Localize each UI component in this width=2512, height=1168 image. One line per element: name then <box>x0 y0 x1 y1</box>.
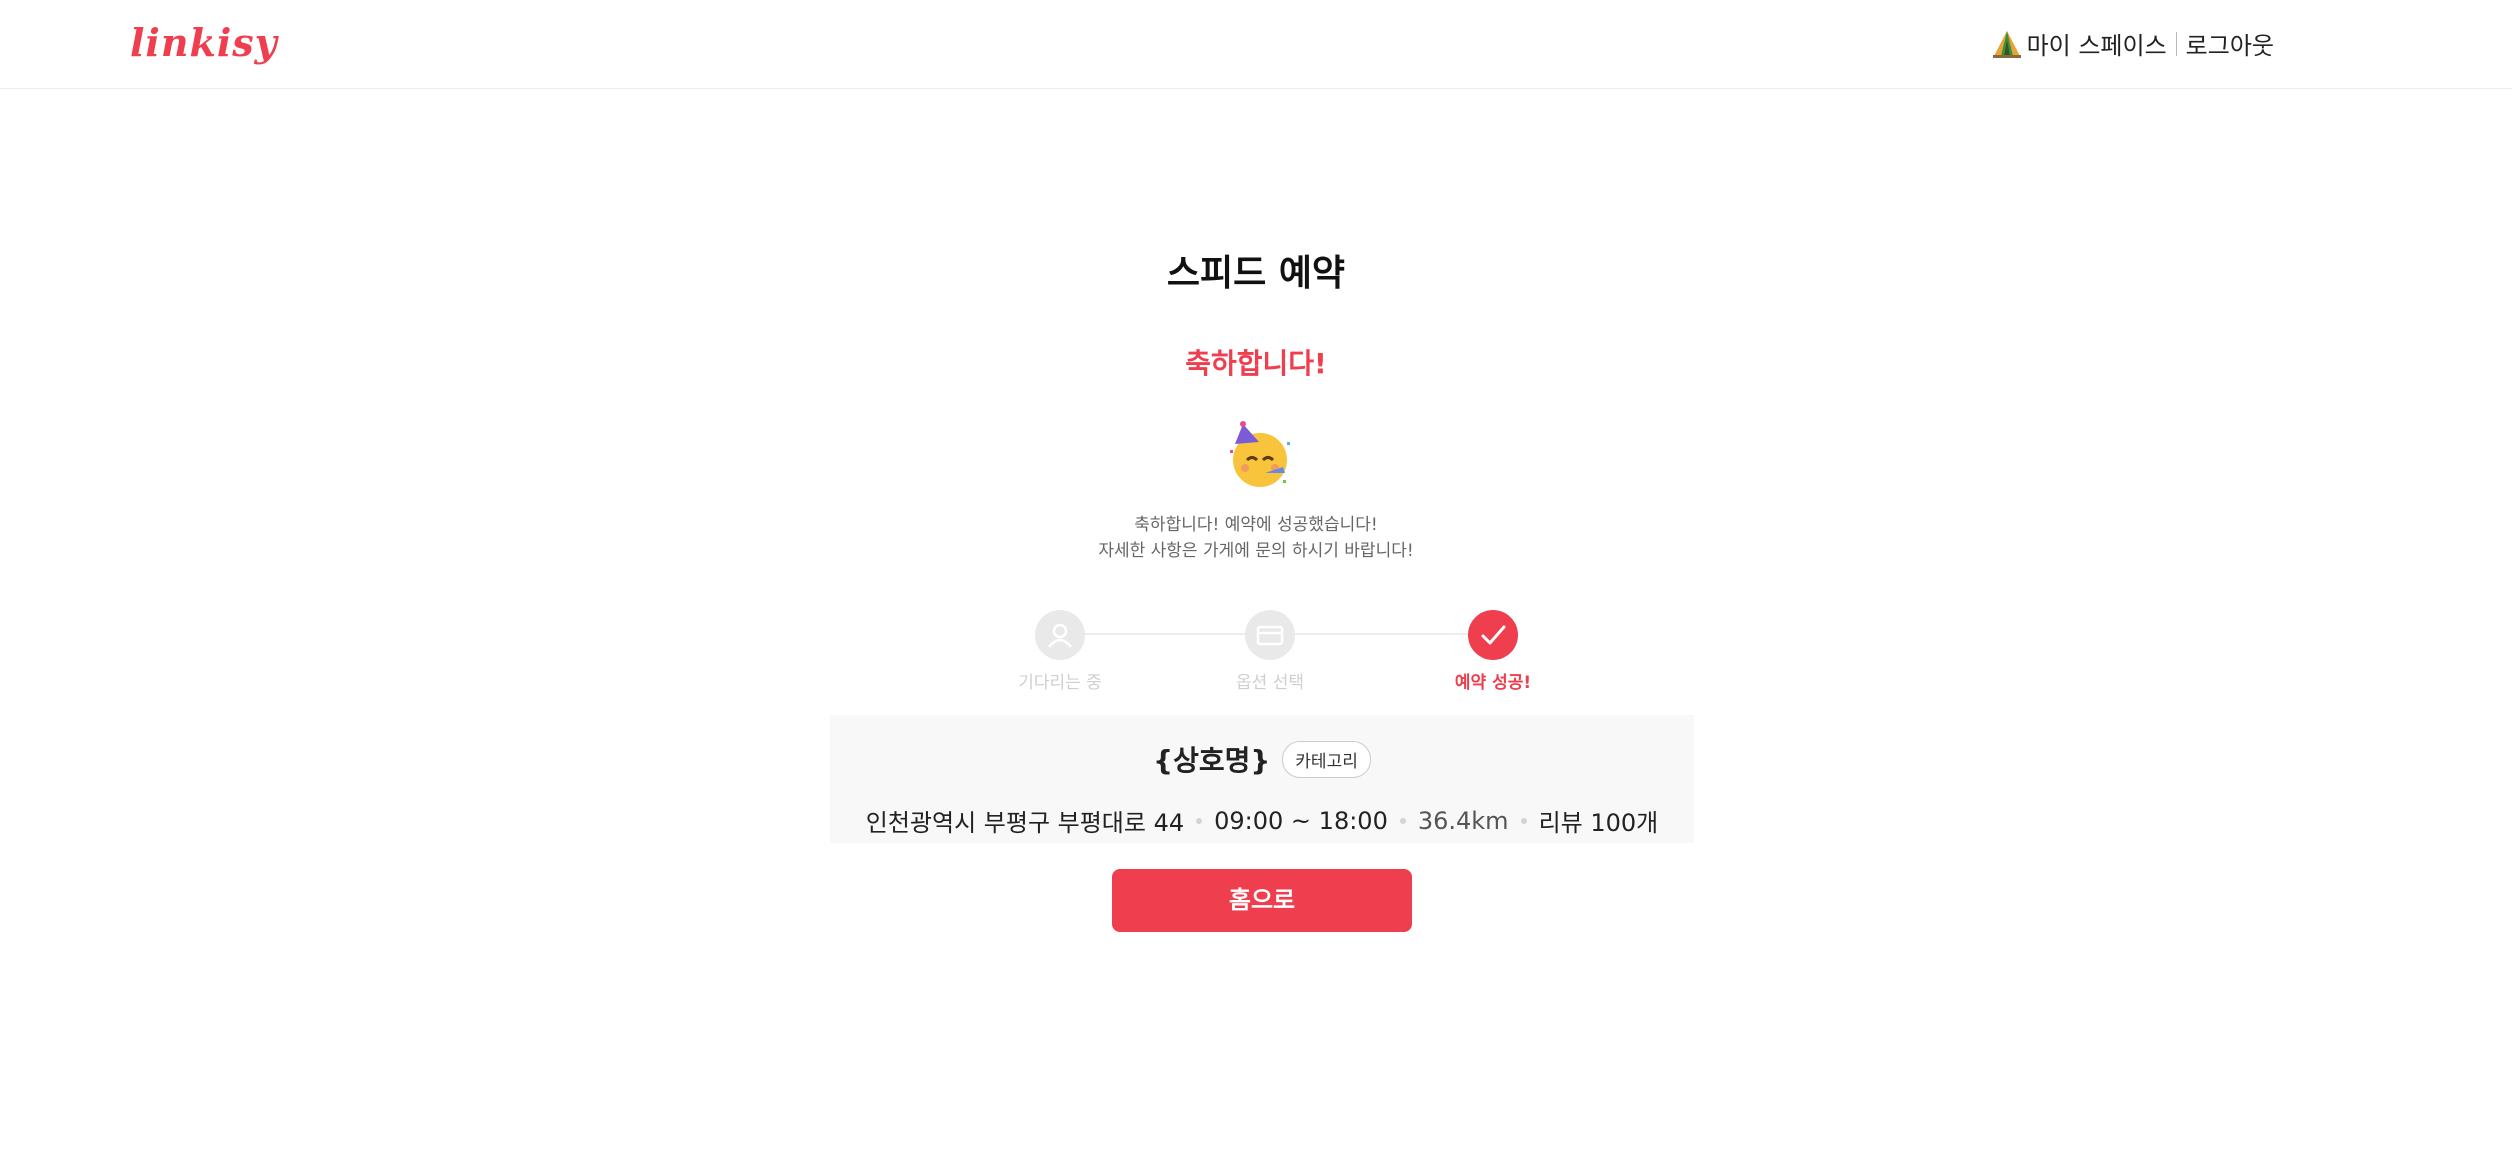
separator-dot <box>1399 817 1406 824</box>
logout-link[interactable]: 로그아웃 <box>2186 26 2274 61</box>
shop-name-row: {상호명} 카테고리 <box>830 739 1694 779</box>
party-face-icon <box>1230 421 1290 487</box>
shop-hours: 09:00 ~ 18:00 <box>1214 806 1388 835</box>
user-icon <box>1048 623 1072 648</box>
header-nav: 마이 스페이스 로그아웃 <box>1991 26 2274 61</box>
step-circle <box>1035 610 1085 660</box>
step-success: 예약 성공! <box>1423 610 1563 693</box>
top-header: linkisy 마이 스페이스 로그아웃 <box>0 0 2512 89</box>
shop-reviews[interactable]: 리뷰 100개 <box>1539 803 1659 838</box>
step-option: 옵션 선택 <box>1200 610 1340 693</box>
step-waiting: 기다리는 중 <box>990 610 1130 693</box>
shop-details: 인천광역시 부평구 부평대로 44 09:00 ~ 18:00 36.4km 리… <box>830 803 1694 838</box>
card-icon <box>1256 625 1284 646</box>
congrats-heading: 축하합니다! <box>1185 347 1327 380</box>
check-icon <box>1481 625 1506 645</box>
desc-line-2: 자세한 사항은 가게에 문의 하시기 바랍니다! <box>1098 541 1414 561</box>
shop-name: {상호명} <box>1153 744 1271 777</box>
step-circle <box>1245 610 1295 660</box>
separator-dot <box>1520 817 1527 824</box>
step-label: 옵션 선택 <box>1236 673 1304 693</box>
separator-dot <box>1196 817 1203 824</box>
my-space-link[interactable]: 마이 스페이스 <box>2027 26 2167 61</box>
category-badge: 카테고리 <box>1282 740 1371 778</box>
step-label: 기다리는 중 <box>1018 673 1102 693</box>
shop-info-card: {상호명} 카테고리 인천광역시 부평구 부평대로 44 09:00 ~ 18:… <box>830 715 1694 843</box>
shop-address: 인천광역시 부평구 부평대로 44 <box>865 809 1185 837</box>
shop-distance: 36.4km <box>1417 806 1509 835</box>
logo[interactable]: linkisy <box>130 20 278 65</box>
step-label: 예약 성공! <box>1454 673 1532 693</box>
nav-divider <box>2175 31 2177 56</box>
step-circle <box>1468 610 1518 660</box>
page-title: 스피드 예약 <box>1166 253 1346 294</box>
home-button[interactable]: 홈으로 <box>1112 869 1412 932</box>
success-description: 축하합니다! 예약에 성공했습니다! 자세한 사항은 가게에 문의 하시기 바랍… <box>0 512 2512 564</box>
tent-icon <box>1992 30 2021 58</box>
desc-line-1: 축하합니다! 예약에 성공했습니다! <box>1134 515 1378 535</box>
progress-steps: 기다리는 중 옵션 선택 예약 성공! <box>990 610 1531 693</box>
